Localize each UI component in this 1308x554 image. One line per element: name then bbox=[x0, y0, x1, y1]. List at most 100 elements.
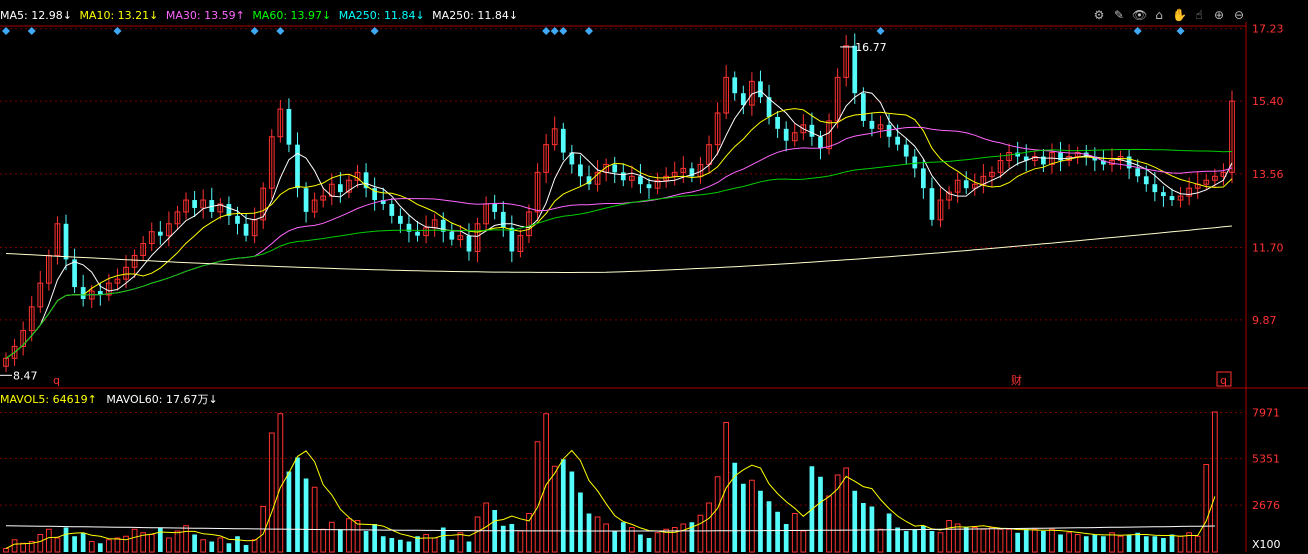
mavol60-label: MAVOL60: 17.67万↓ bbox=[106, 393, 218, 406]
event-diamond-icon[interactable] bbox=[113, 27, 122, 35]
hand-icon[interactable]: ✋ bbox=[1172, 8, 1187, 24]
volume-bar bbox=[46, 528, 52, 553]
volume-bar bbox=[826, 495, 832, 553]
candle-body bbox=[740, 93, 746, 106]
event-diamond-icon[interactable] bbox=[550, 27, 559, 35]
candle-body bbox=[886, 124, 892, 137]
volume-bar bbox=[1203, 464, 1210, 553]
candle-body bbox=[775, 116, 780, 129]
volume-bar bbox=[295, 457, 300, 552]
candle-body bbox=[646, 184, 652, 189]
volume-bar bbox=[157, 527, 163, 552]
volume-bar bbox=[603, 523, 609, 553]
ma-indicator-legend: MA5: 12.98↓ MA10: 13.21↓ MA30: 13.59↑ MA… bbox=[0, 8, 522, 24]
ma250-line bbox=[5, 225, 1233, 273]
candle-body bbox=[869, 120, 875, 129]
volume-bar bbox=[311, 486, 318, 553]
eye-icon[interactable]: 👁 bbox=[1132, 8, 1147, 24]
event-diamond-icon[interactable] bbox=[584, 27, 593, 35]
volume-bar bbox=[251, 539, 258, 553]
volume-unit-label: X100 bbox=[1252, 538, 1281, 551]
volume-bar bbox=[1161, 538, 1166, 552]
event-diamond-icon[interactable] bbox=[2, 27, 10, 35]
stock-chart[interactable]: 17.23 15.40 13.56 11.70 9.87 7971 5351 2676 X100… bbox=[0, 0, 1308, 554]
event-diamond-icon[interactable] bbox=[250, 27, 259, 35]
candle-body bbox=[492, 204, 498, 212]
candle-body bbox=[895, 136, 900, 145]
volume-bar bbox=[286, 471, 292, 552]
volume-bar bbox=[431, 537, 438, 553]
volume-bar bbox=[937, 532, 944, 553]
candle-body bbox=[1135, 168, 1141, 177]
volume-bar bbox=[578, 492, 583, 552]
quarterly-report-marker-2: q bbox=[1220, 374, 1227, 387]
candle-body bbox=[243, 223, 249, 236]
event-diamond-icon[interactable] bbox=[1133, 27, 1142, 35]
volume-bar bbox=[517, 530, 524, 553]
volume-bar bbox=[706, 502, 712, 553]
volume-bar bbox=[277, 413, 284, 553]
candle-body bbox=[80, 287, 86, 299]
volume-bar bbox=[174, 530, 181, 553]
volume-bar bbox=[3, 548, 9, 553]
volume-bar bbox=[852, 490, 858, 552]
volume-bar bbox=[1031, 528, 1038, 553]
volume-bar bbox=[389, 538, 395, 552]
candle-body bbox=[192, 200, 197, 208]
volume-bar bbox=[123, 535, 129, 553]
volume-bar bbox=[551, 465, 558, 553]
volume-tick-label: 5351 bbox=[1252, 452, 1280, 465]
volume-bar bbox=[1135, 532, 1141, 552]
volume-bar bbox=[114, 537, 121, 553]
event-diamond-icon[interactable] bbox=[276, 27, 285, 35]
event-diamond-icon[interactable] bbox=[27, 27, 36, 35]
candle-body bbox=[963, 180, 969, 189]
candle-body bbox=[1169, 196, 1175, 201]
gift-icon[interactable]: ⌂ bbox=[1152, 8, 1166, 24]
volume-bar bbox=[749, 479, 755, 553]
volume-tick-label: 2676 bbox=[1252, 499, 1280, 512]
pointer-icon[interactable]: ☝ bbox=[1192, 8, 1206, 24]
volume-bar bbox=[526, 513, 532, 553]
volume-bar bbox=[406, 541, 412, 552]
volume-bar bbox=[63, 527, 69, 552]
chart-toolbar: ⚙ ✎ 👁 ⌂ ✋ ☝ ⊕ ⊖ bbox=[1092, 8, 1246, 24]
volume-bar bbox=[1074, 534, 1081, 553]
volume-bar bbox=[783, 524, 789, 552]
volume-bar bbox=[346, 518, 352, 553]
candle-body bbox=[620, 172, 626, 181]
candle-body bbox=[560, 128, 566, 153]
candle-body bbox=[783, 128, 789, 141]
volume-bar bbox=[1152, 536, 1158, 552]
price-tick-label: 11.70 bbox=[1252, 242, 1284, 255]
volume-bar bbox=[680, 523, 687, 553]
volume-bar bbox=[200, 539, 207, 553]
volume-bar bbox=[800, 530, 807, 553]
event-diamond-icon[interactable] bbox=[559, 27, 568, 35]
volume-bar bbox=[860, 503, 866, 552]
volume-bar bbox=[646, 538, 652, 552]
volume-bar bbox=[1023, 529, 1029, 552]
zoom-out-icon[interactable]: ⊖ bbox=[1232, 8, 1246, 24]
volume-bar bbox=[560, 459, 566, 552]
volume-bar bbox=[235, 536, 240, 552]
volume-bar bbox=[1041, 531, 1046, 552]
price-tick-label: 17.23 bbox=[1252, 23, 1284, 36]
volume-bar bbox=[88, 541, 95, 553]
event-diamond-icon[interactable] bbox=[1176, 27, 1185, 35]
ma5-line bbox=[5, 90, 1233, 359]
volume-bar bbox=[338, 529, 343, 552]
candle-body bbox=[1161, 192, 1166, 197]
pen-icon[interactable]: ✎ bbox=[1112, 8, 1126, 24]
volume-bar bbox=[54, 537, 61, 553]
volume-bar bbox=[20, 542, 27, 553]
event-diamond-icon[interactable] bbox=[370, 27, 379, 35]
volume-bar bbox=[1101, 536, 1106, 552]
candle-body bbox=[63, 223, 69, 260]
zoom-in-icon[interactable]: ⊕ bbox=[1212, 8, 1226, 24]
volume-bar bbox=[980, 528, 987, 553]
event-diamond-icon[interactable] bbox=[542, 27, 551, 35]
gear-icon[interactable]: ⚙ bbox=[1092, 8, 1106, 24]
volume-bar bbox=[1143, 536, 1149, 552]
event-diamond-icon[interactable] bbox=[876, 27, 885, 35]
